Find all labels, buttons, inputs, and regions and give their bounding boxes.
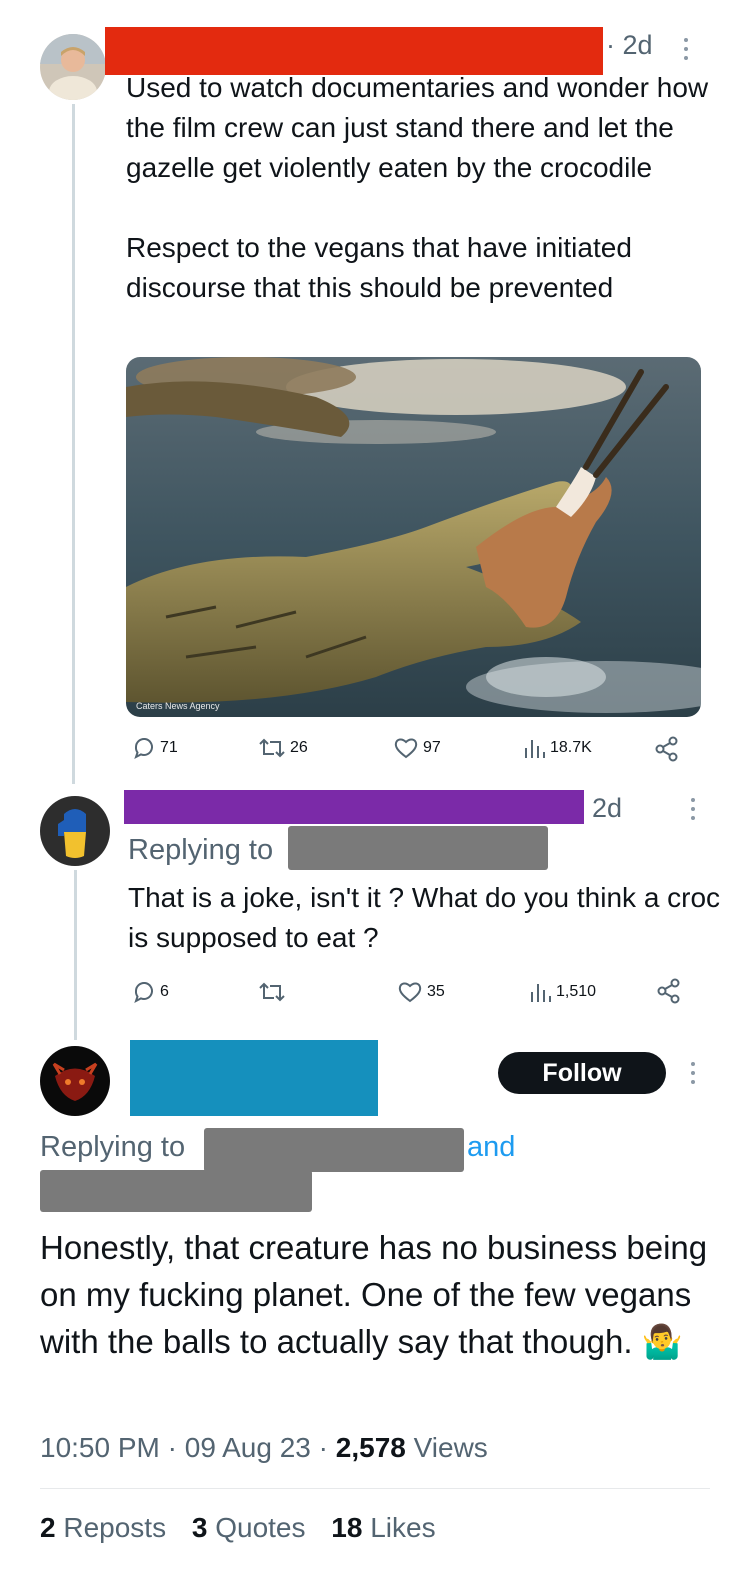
repost-count: 26	[290, 739, 308, 756]
views-label: Views	[413, 1432, 488, 1463]
tweet-time: 2d	[592, 793, 623, 823]
likes-link[interactable]: 18 Likes	[331, 1512, 435, 1543]
reposts-label: Reposts	[63, 1512, 167, 1543]
views-count: 18.7K	[550, 739, 592, 756]
quotes-label: Quotes	[215, 1512, 306, 1543]
more-icon[interactable]	[688, 796, 698, 827]
repost-icon	[259, 738, 285, 758]
image-credit: Caters News Agency	[136, 701, 220, 711]
views-icon	[531, 984, 551, 1002]
views-count: 1,510	[556, 983, 597, 1000]
repost-icon	[259, 982, 285, 1002]
replying-to-label: Replying to	[128, 834, 274, 866]
tweet-time: · 2d	[606, 30, 653, 60]
reply-icon	[134, 738, 153, 760]
thread-line	[72, 104, 75, 784]
views-button[interactable]: 18.7K	[522, 736, 592, 760]
views-count: 2,578	[335, 1432, 406, 1463]
redacted-username	[124, 790, 584, 824]
thread-line	[74, 870, 77, 1040]
divider	[40, 1488, 710, 1489]
tweet-text: Used to watch documentaries and wonder h…	[126, 72, 709, 303]
reply-button[interactable]: 71	[132, 736, 178, 760]
share-icon	[655, 736, 678, 762]
like-icon	[398, 982, 422, 1003]
like-button[interactable]: 35	[397, 980, 445, 1004]
reply-button[interactable]: 6	[132, 980, 169, 1004]
quotes-link[interactable]: 3 Quotes	[192, 1512, 306, 1543]
redacted-username	[130, 1040, 378, 1116]
reply-count: 71	[160, 739, 178, 756]
like-count: 35	[427, 983, 445, 1000]
share-icon	[657, 978, 680, 1004]
tweet-metadata: 10:50 PM · 09 Aug 23 · 2,578 Views	[40, 1432, 488, 1463]
like-count: 97	[423, 739, 441, 756]
tweet-text: Honestly, that creature has no business …	[40, 1229, 708, 1360]
replying-to-label: Replying to	[40, 1131, 186, 1163]
more-icon[interactable]	[688, 1060, 698, 1091]
tweet-image[interactable]: Caters News Agency	[126, 357, 701, 717]
likes-label: Likes	[370, 1512, 436, 1543]
share-button[interactable]	[654, 736, 680, 762]
likes-count: 18	[331, 1512, 363, 1543]
like-button[interactable]: 97	[393, 736, 441, 760]
reply-icon	[134, 982, 153, 1004]
avatar[interactable]	[40, 34, 106, 100]
more-icon[interactable]	[681, 36, 691, 67]
redacted-mention[interactable]	[40, 1170, 312, 1212]
reposts-link[interactable]: 2 Reposts	[40, 1512, 166, 1543]
tweet-date: 09 Aug 23	[184, 1432, 311, 1463]
repost-button[interactable]	[258, 980, 286, 1004]
like-icon	[394, 738, 418, 759]
tweet-time: 10:50 PM	[40, 1432, 160, 1463]
avatar[interactable]	[40, 796, 110, 866]
repost-button[interactable]: 26	[258, 736, 308, 760]
views-icon	[525, 740, 545, 758]
and-label: and	[467, 1131, 516, 1163]
redacted-mention[interactable]	[288, 826, 548, 870]
engagement-stats: 2 Reposts 3 Quotes 18 Likes	[40, 1512, 436, 1544]
views-button[interactable]: 1,510	[528, 980, 596, 1004]
reply-count: 6	[160, 983, 169, 1000]
avatar[interactable]	[40, 1046, 110, 1116]
share-button[interactable]	[656, 978, 682, 1004]
quotes-count: 3	[191, 1512, 208, 1543]
reposts-count: 2	[40, 1512, 56, 1543]
follow-button[interactable]: Follow	[498, 1052, 666, 1094]
redacted-mention[interactable]	[204, 1128, 464, 1172]
tweet-text: That is a joke, isn't it ? What do you t…	[128, 882, 721, 953]
